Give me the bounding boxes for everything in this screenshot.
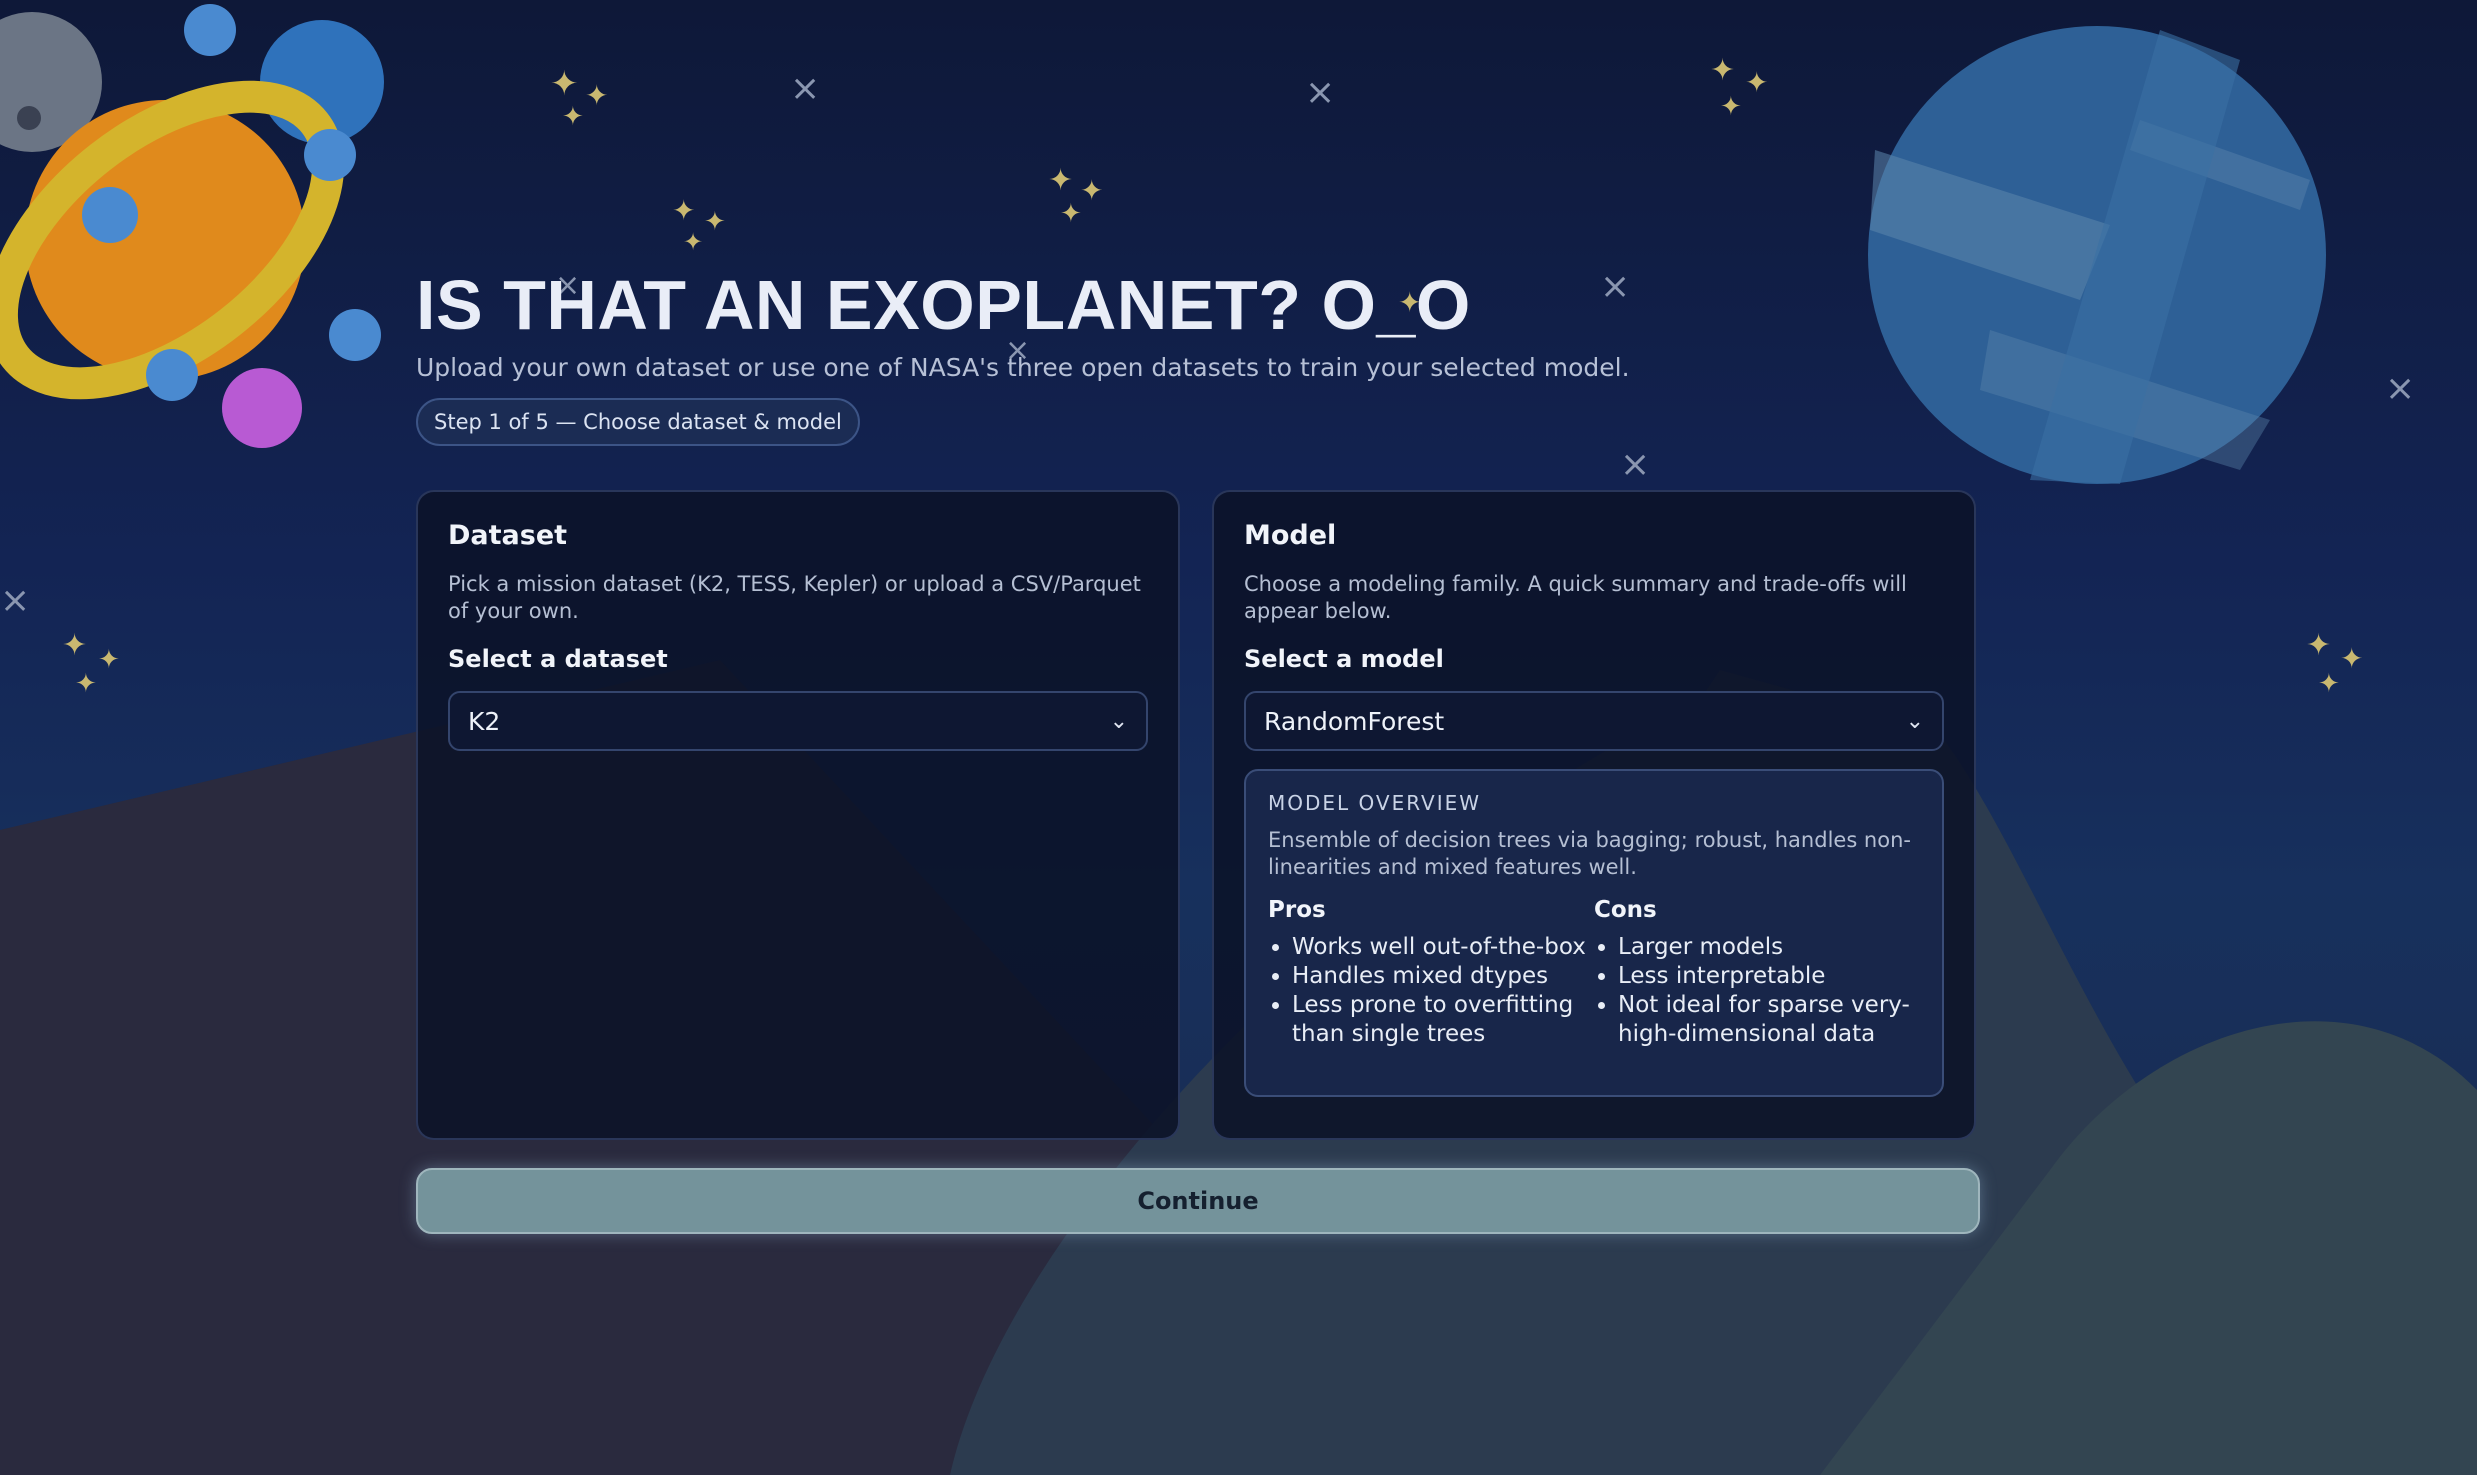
model-select-label: Select a model	[1244, 645, 1444, 673]
model-select-value: RandomForest	[1264, 706, 1445, 736]
svg-text:✦: ✦	[683, 228, 703, 256]
cons-column: Cons Larger models Less interpretable No…	[1594, 897, 1920, 1049]
svg-text:✦: ✦	[1080, 174, 1103, 207]
model-overview-text: Ensemble of decision trees via bagging; …	[1268, 828, 1911, 879]
svg-text:×: ×	[0, 580, 30, 621]
pros-list: Works well out-of-the-box Handles mixed …	[1268, 933, 1594, 1049]
svg-text:✦: ✦	[75, 669, 97, 699]
main-content: IS THAT AN EXOPLANET? O_O Upload your ow…	[416, 265, 1980, 1234]
dataset-select[interactable]: K2 ⌄	[448, 691, 1148, 751]
ringed-planet-icon	[0, 4, 384, 448]
svg-text:×: ×	[1305, 72, 1335, 113]
svg-text:×: ×	[790, 68, 820, 109]
pros-item: Handles mixed dtypes	[1292, 962, 1594, 991]
model-panel-title: Model	[1244, 520, 1337, 551]
svg-text:✦: ✦	[550, 64, 579, 104]
dataset-panel: Dataset Pick a mission dataset (K2, TESS…	[416, 490, 1180, 1140]
svg-text:✦: ✦	[2340, 642, 2363, 675]
svg-text:✦: ✦	[1710, 53, 1735, 88]
step-indicator-badge: Step 1 of 5 — Choose dataset & model	[416, 398, 860, 446]
svg-text:✦: ✦	[562, 102, 584, 132]
svg-text:✦: ✦	[1060, 199, 1082, 229]
chevron-down-icon: ⌄	[1905, 708, 1924, 734]
selection-panels: Dataset Pick a mission dataset (K2, TESS…	[416, 490, 1980, 1140]
cons-list: Larger models Less interpretable Not ide…	[1594, 933, 1920, 1049]
page-title: IS THAT AN EXOPLANET? O_O	[416, 266, 1471, 344]
svg-text:✦: ✦	[585, 79, 608, 112]
svg-text:✦: ✦	[1745, 66, 1768, 99]
continue-button[interactable]: Continue	[416, 1168, 1980, 1234]
svg-text:✦: ✦	[2306, 628, 2331, 663]
model-select[interactable]: RandomForest ⌄	[1244, 691, 1944, 751]
cons-item: Larger models	[1618, 933, 1920, 962]
dataset-select-label: Select a dataset	[448, 645, 668, 673]
pros-item: Works well out-of-the-box	[1292, 933, 1594, 962]
svg-text:✦: ✦	[1720, 92, 1742, 122]
model-panel: Model Choose a modeling family. A quick …	[1212, 490, 1976, 1140]
svg-text:✦: ✦	[672, 194, 695, 227]
chevron-down-icon: ⌄	[1109, 708, 1128, 734]
cons-item: Not ideal for sparse very-high-dimension…	[1618, 991, 1920, 1049]
cons-item: Less interpretable	[1618, 962, 1920, 991]
model-panel-description: Choose a modeling family. A quick summar…	[1244, 572, 1907, 623]
svg-text:✦: ✦	[98, 645, 120, 675]
pros-title: Pros	[1268, 897, 1326, 923]
svg-text:×: ×	[2385, 368, 2415, 409]
page-subtitle: Upload your own dataset or use one of NA…	[416, 353, 1630, 382]
model-overview-heading: MODEL OVERVIEW	[1268, 791, 1482, 815]
svg-text:✦: ✦	[1048, 163, 1073, 198]
dataset-select-value: K2	[468, 706, 501, 736]
svg-text:✦: ✦	[62, 628, 87, 663]
svg-text:×: ×	[1620, 444, 1650, 485]
svg-text:✦: ✦	[704, 207, 726, 237]
pros-item: Less prone to overfitting than single tr…	[1292, 991, 1594, 1049]
dataset-panel-description: Pick a mission dataset (K2, TESS, Kepler…	[448, 572, 1141, 623]
cons-title: Cons	[1594, 897, 1657, 923]
svg-text:✦: ✦	[2318, 669, 2340, 699]
pros-column: Pros Works well out-of-the-box Handles m…	[1268, 897, 1594, 1049]
model-overview-card: MODEL OVERVIEW Ensemble of decision tree…	[1244, 769, 1944, 1097]
pros-cons: Pros Works well out-of-the-box Handles m…	[1268, 897, 1920, 1049]
dataset-panel-title: Dataset	[448, 520, 568, 551]
